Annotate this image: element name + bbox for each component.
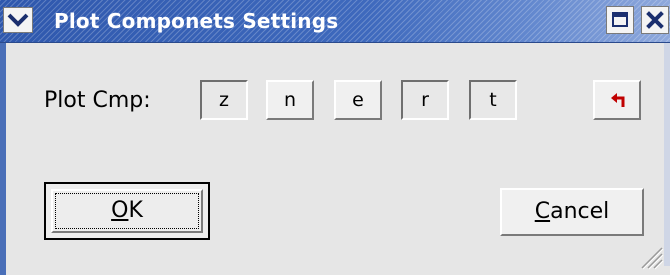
cancel-button[interactable]: Cancel [500,188,644,236]
cancel-button-label: Cancel [534,199,610,224]
component-toggle-n[interactable]: n [266,80,314,120]
undo-button[interactable] [593,80,641,120]
undo-arrow-icon [611,93,625,107]
component-toggle-r[interactable]: r [401,80,449,120]
window-border-bottom [6,266,670,275]
maximize-button[interactable] [606,6,634,34]
plot-cmp-label: Plot Cmp: [44,88,151,113]
component-toggle-z[interactable]: z [200,80,248,120]
ok-button[interactable]: OK [44,182,210,240]
component-toggle-e[interactable]: e [334,80,382,120]
ok-button-label: OK [111,198,143,223]
window-title: Plot Componets Settings [54,9,339,33]
chevron-down-icon [7,13,29,27]
resize-grip-icon[interactable] [634,240,664,270]
window-menu-button[interactable] [3,7,33,33]
window-border-right [664,43,670,275]
close-icon [646,11,664,29]
component-toggle-t[interactable]: t [469,80,517,120]
close-button[interactable] [641,6,669,34]
dialog-window: Plot Componets Settings Plot Cmp: z n e … [0,0,670,275]
maximize-icon [612,12,628,27]
title-bar[interactable]: Plot Componets Settings [0,0,670,43]
window-border-left [0,43,6,275]
